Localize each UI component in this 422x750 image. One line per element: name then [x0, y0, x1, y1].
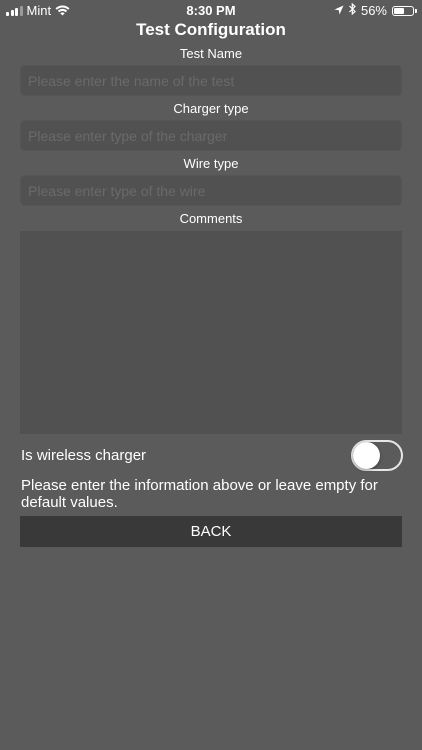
status-right: 56% [334, 2, 417, 18]
info-text: Please enter the information above or le… [21, 477, 378, 511]
location-arrow-icon [334, 3, 344, 18]
wire-type-input[interactable] [20, 175, 402, 206]
test-name-label: Test Name [179, 46, 243, 61]
wireless-charger-toggle[interactable] [351, 440, 403, 471]
back-button[interactable]: BACK [20, 516, 402, 547]
test-name-input[interactable] [20, 65, 402, 96]
charger-type-input[interactable] [20, 120, 402, 151]
comments-label: Comments [179, 211, 243, 226]
battery-percent: 56% [360, 3, 387, 18]
bluetooth-icon [349, 2, 356, 18]
wireless-charger-label: Is wireless charger [21, 447, 147, 464]
battery-icon [392, 5, 417, 16]
toggle-knob [353, 442, 380, 469]
wire-type-label: Wire type [183, 156, 239, 171]
charger-type-label: Charger type [173, 101, 249, 116]
status-bar: Mint 8:30 PM 56% [0, 0, 422, 22]
page-title: Test Configuration [136, 20, 286, 39]
comments-textarea[interactable] [20, 231, 402, 434]
